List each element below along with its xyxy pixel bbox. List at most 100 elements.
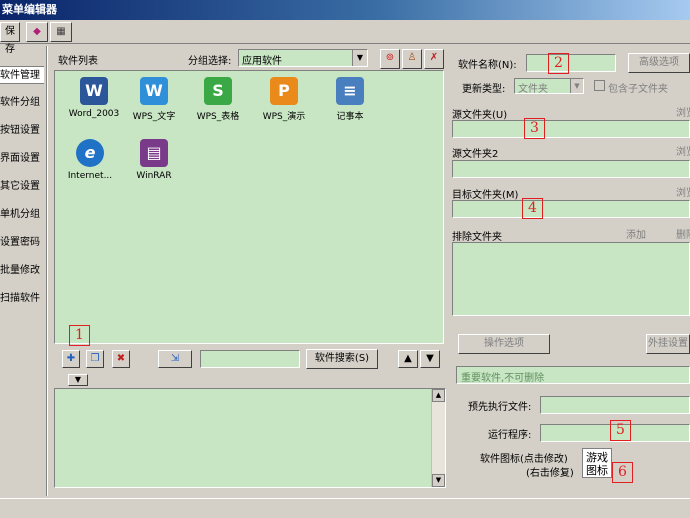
target-folder-label: 目标文件夹(M) [452, 190, 519, 201]
software-list-area[interactable]: W Word_2003 W WPS_文字 S WPS_表格 P WPS_演示 ≡… [54, 70, 444, 346]
move-down-button[interactable]: ▼ [420, 350, 440, 368]
copy-icon: ❐ [90, 353, 100, 364]
app-item-wps-present[interactable]: P WPS_演示 [249, 77, 319, 122]
left-nav: 软件管理 软件分组 按钮设置 界面设置 其它设置 单机分组 设置密码 批量修改 … [0, 60, 44, 500]
software-search-button-label: 软件搜索(S) [314, 353, 370, 364]
toolbar: 保存 ◆ ▦ [0, 20, 690, 55]
operation-options-button-label: 操作选项 [484, 338, 524, 349]
update-type-label: 更新类型: [462, 84, 506, 95]
title-bar: 菜单编辑器 [0, 0, 690, 20]
icon-preview-line2: 图标 [586, 464, 608, 477]
software-icon-preview[interactable]: 游戏 图标 [582, 448, 612, 478]
group-select-value: 应用软件 [242, 56, 282, 67]
note-text: 重要软件,不可删除 [461, 373, 545, 384]
app-label: WPS_表格 [196, 112, 240, 122]
nav-item-machine-group[interactable]: 单机分组 [0, 206, 44, 224]
group-select[interactable]: 应用软件 ▼ [238, 49, 368, 67]
exclude-add-link[interactable]: 添加 [626, 226, 646, 241]
wps-sheet-icon: S [204, 77, 232, 105]
nav-item-label: 批量修改 [0, 265, 40, 276]
software-icon-label: 软件图标(点击修改) [480, 454, 568, 465]
word-icon: W [80, 77, 108, 105]
copy-software-button[interactable]: ❐ [86, 350, 104, 368]
notepad-icon: ≡ [336, 77, 364, 105]
marker-4: 4 [522, 198, 543, 219]
source2-browse-link[interactable]: 浏览 [676, 143, 690, 158]
target-browse-link[interactable]: 浏览 [676, 184, 690, 199]
nav-item-label: 按钮设置 [0, 125, 40, 136]
software-search-button[interactable]: 软件搜索(S) [306, 349, 378, 369]
import-icon: ⇲ [170, 353, 180, 364]
book-glyph: ◆ [33, 26, 41, 37]
source-folder2-input[interactable] [452, 160, 690, 178]
save-button[interactable]: 保存 [0, 22, 20, 55]
person-icon-button[interactable]: ♙ [402, 49, 422, 69]
import-software-button[interactable]: ⇲ [158, 350, 192, 368]
move-up-button[interactable]: ▲ [398, 350, 418, 368]
marker-3: 3 [524, 118, 545, 139]
include-subfolders-checkbox[interactable] [594, 80, 605, 91]
advanced-options-button[interactable]: 高级选项 [628, 53, 690, 73]
arrow-down-icon: ▼ [426, 353, 434, 364]
delete-icon-button[interactable]: ✗ [424, 49, 444, 69]
marker-6: 6 [612, 462, 633, 483]
software-name-input[interactable] [526, 54, 616, 72]
app-item-wps-writer[interactable]: W WPS_文字 [119, 77, 189, 122]
app-label: WPS_演示 [262, 112, 306, 122]
pre-exec-input[interactable] [540, 396, 690, 414]
update-type-select[interactable]: 文件夹 ▼ [514, 78, 584, 95]
app-label: WPS_文字 [132, 112, 176, 122]
nav-separator [46, 46, 48, 496]
nav-item-other-settings[interactable]: 其它设置 [0, 178, 44, 196]
nav-item-label: 扫描软件 [0, 293, 40, 304]
marker-2: 2 [548, 53, 569, 74]
app-label: Internet... [67, 171, 113, 181]
view-icon-button[interactable]: ⊚ [380, 49, 400, 69]
marker-5: 5 [610, 420, 631, 441]
chevron-down-icon[interactable]: ▼ [352, 50, 367, 66]
status-bar [0, 498, 690, 518]
source-folder-input[interactable] [452, 120, 690, 138]
chevron-down-icon[interactable]: ▼ [570, 79, 583, 93]
app-label: WinRAR [136, 171, 172, 181]
exclude-folder-label: 排除文件夹 [452, 232, 502, 243]
source-folder-label: 源文件夹(U) [452, 110, 508, 121]
grid-icon[interactable]: ▦ [50, 22, 72, 42]
app-item-wps-sheet[interactable]: S WPS_表格 [183, 77, 253, 122]
app-label: 记事本 [336, 112, 364, 122]
scroll-up-icon[interactable]: ▲ [432, 389, 445, 402]
nav-item-button-settings[interactable]: 按钮设置 [0, 122, 44, 140]
source-browse-link[interactable]: 浏览 [676, 104, 690, 119]
expand-button[interactable]: ▼ [68, 374, 88, 386]
app-item-winrar[interactable]: ▤ WinRAR [119, 139, 189, 181]
nav-item-label: 软件分组 [0, 97, 40, 108]
nav-item-scan-software[interactable]: 扫描软件 [0, 290, 44, 308]
scrollbar[interactable]: ▲ ▼ [431, 389, 445, 487]
exclude-delete-link[interactable]: 删除 [676, 226, 690, 241]
add-software-button[interactable]: ✚ [62, 350, 80, 368]
winrar-icon: ▤ [140, 139, 168, 167]
nav-item-ui-settings[interactable]: 界面设置 [0, 150, 44, 168]
arrow-up-icon: ▲ [404, 353, 412, 364]
search-input[interactable] [200, 350, 300, 368]
app-item-notepad[interactable]: ≡ 记事本 [315, 77, 385, 122]
window-title: 菜单编辑器 [2, 3, 57, 16]
include-subfolders-label: 包含子文件夹 [608, 84, 668, 95]
grid-glyph: ▦ [56, 26, 66, 37]
external-settings-button[interactable]: 外挂设置 [646, 334, 690, 354]
wps-present-icon: P [270, 77, 298, 105]
app-item-internet-explorer[interactable]: e Internet... [55, 139, 125, 181]
description-area[interactable]: ▲ ▼ [54, 388, 446, 488]
external-settings-button-label: 外挂设置 [648, 338, 688, 349]
exclude-folder-list[interactable] [452, 242, 690, 316]
remove-software-button[interactable]: ✖ [112, 350, 130, 368]
source-folder2-label: 源文件夹2 [452, 149, 499, 160]
nav-item-software-manage[interactable]: 软件管理 [0, 66, 44, 84]
nav-item-batch-edit[interactable]: 批量修改 [0, 262, 44, 280]
operation-options-button[interactable]: 操作选项 [458, 334, 550, 354]
book-icon[interactable]: ◆ [26, 22, 48, 42]
scroll-down-icon[interactable]: ▼ [432, 474, 445, 487]
nav-item-password[interactable]: 设置密码 [0, 234, 44, 252]
target-folder-input[interactable] [452, 200, 690, 218]
nav-item-software-group[interactable]: 软件分组 [0, 94, 44, 112]
